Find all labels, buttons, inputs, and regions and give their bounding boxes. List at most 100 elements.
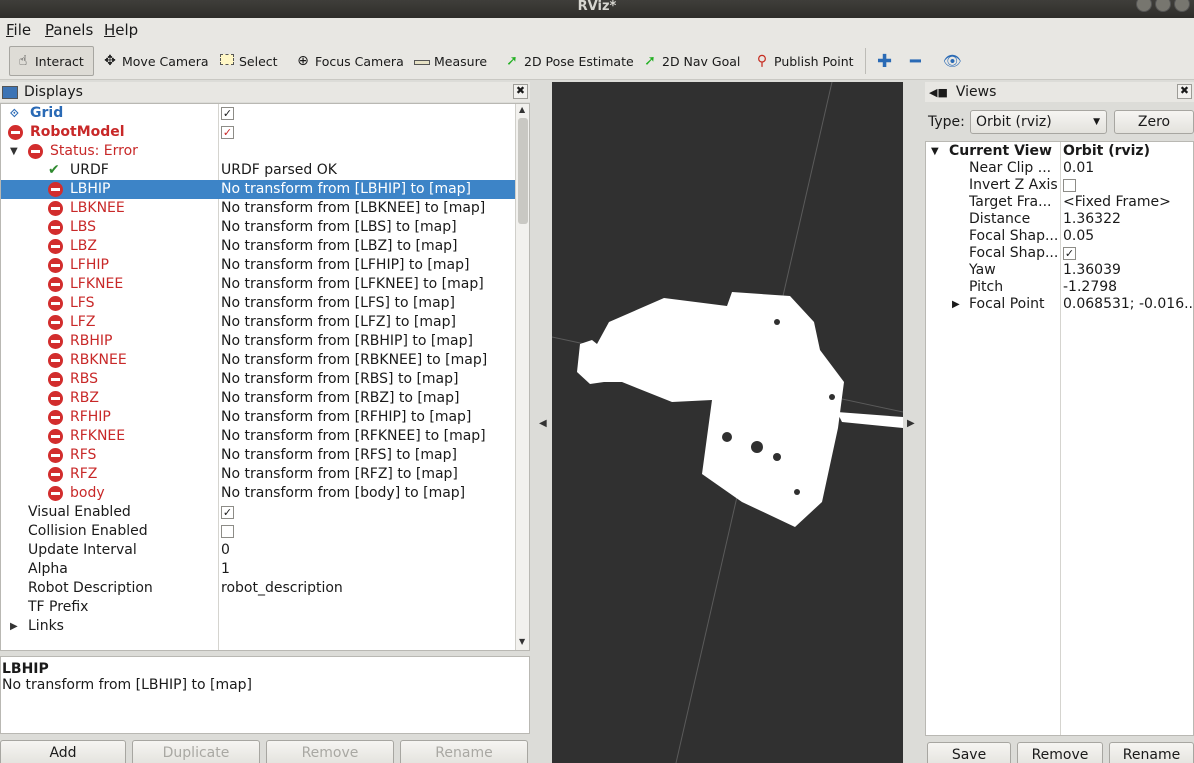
tool-2d-pose-estimate[interactable]: ➚ 2D Pose Estimate bbox=[499, 46, 638, 76]
tree-row-rbz[interactable]: RBZ No transform from [RBZ] to [map] bbox=[1, 389, 515, 408]
eye-icon[interactable]: 👁 bbox=[939, 46, 966, 76]
view-type-select[interactable]: Orbit (rviz) ▼ bbox=[970, 110, 1107, 134]
tree-row-robotmodel[interactable]: RobotModel ✓ bbox=[1, 123, 515, 142]
hand-pointer-icon: ☝ bbox=[18, 53, 28, 69]
rename-view-button[interactable]: Rename bbox=[1109, 742, 1194, 763]
view-prop-invert-z[interactable]: Invert Z Axis bbox=[926, 177, 1193, 194]
view-prop-distance[interactable]: Distance 1.36322 bbox=[926, 211, 1193, 228]
property-value[interactable]: 0 bbox=[221, 541, 230, 560]
tree-row-update-interval[interactable]: Update Interval 0 bbox=[1, 541, 515, 560]
displays-tree[interactable]: ⟐ Grid ✓ RobotModel ✓ ▼ Status: Error ✔ … bbox=[0, 103, 530, 651]
prop-value[interactable]: <Fixed Frame> bbox=[1063, 194, 1193, 211]
tree-row-collision-enabled[interactable]: Collision Enabled bbox=[1, 522, 515, 541]
expand-arrow-icon[interactable]: ▼ bbox=[10, 142, 18, 161]
tree-row-rfz[interactable]: RFZ No transform from [RFZ] to [map] bbox=[1, 465, 515, 484]
tree-row-rbs[interactable]: RBS No transform from [RBS] to [map] bbox=[1, 370, 515, 389]
tree-row-tf-prefix[interactable]: TF Prefix bbox=[1, 598, 515, 617]
view-prop-focal-shape-size[interactable]: Focal Shap... 0.05 bbox=[926, 228, 1193, 245]
expand-arrow-icon[interactable]: ▼ bbox=[931, 143, 939, 160]
view-prop-pitch[interactable]: Pitch -1.2798 bbox=[926, 279, 1193, 296]
tree-row-grid[interactable]: ⟐ Grid ✓ bbox=[1, 104, 515, 123]
view-prop-focal-shape-fixed[interactable]: Focal Shap... ✓ bbox=[926, 245, 1193, 262]
tree-row-robot-description[interactable]: Robot Description robot_description bbox=[1, 579, 515, 598]
prop-value[interactable]: -1.2798 bbox=[1063, 279, 1193, 296]
remove-view-button[interactable]: Remove bbox=[1017, 742, 1103, 763]
prop-value[interactable]: 1.36039 bbox=[1063, 262, 1193, 279]
prop-value[interactable]: 1.36322 bbox=[1063, 211, 1193, 228]
property-value[interactable]: robot_description bbox=[221, 579, 343, 598]
rename-display-button[interactable]: Rename bbox=[400, 740, 528, 763]
save-view-button[interactable]: Save bbox=[927, 742, 1011, 763]
prop-value[interactable]: 0.068531; -0.016... bbox=[1063, 296, 1193, 313]
link-label: LBHIP bbox=[70, 181, 111, 197]
tree-row-links[interactable]: ▶ Links bbox=[1, 617, 515, 636]
tree-row-lfz[interactable]: LFZ No transform from [LFZ] to [map] bbox=[1, 313, 515, 332]
tree-row-lbz[interactable]: LBZ No transform from [LBZ] to [map] bbox=[1, 237, 515, 256]
tool-focus-camera[interactable]: ⊕ Focus Camera bbox=[290, 46, 408, 76]
tree-row-rbknee[interactable]: RBKNEE No transform from [RBKNEE] to [ma… bbox=[1, 351, 515, 370]
zero-button[interactable]: Zero bbox=[1114, 110, 1194, 134]
link-label: RBHIP bbox=[70, 333, 113, 349]
menu-panels[interactable]: Panels bbox=[45, 21, 93, 39]
focal-shape-checkbox[interactable]: ✓ bbox=[1063, 247, 1076, 260]
tool-publish-point[interactable]: ⚲ Publish Point bbox=[749, 46, 858, 76]
tool-select[interactable]: Select bbox=[214, 46, 282, 76]
prop-value[interactable]: 0.05 bbox=[1063, 228, 1193, 245]
tree-row-lbhip[interactable]: LBHIP No transform from [LBHIP] to [map] bbox=[1, 180, 515, 199]
link-label: RFKNEE bbox=[70, 428, 126, 444]
expand-arrow-icon[interactable]: ▶ bbox=[10, 617, 18, 636]
tool-move-camera[interactable]: ✥ Move Camera bbox=[97, 46, 213, 76]
robotmodel-checkbox[interactable]: ✓ bbox=[221, 126, 234, 139]
invert-z-checkbox[interactable] bbox=[1063, 179, 1076, 192]
collapse-left-icon[interactable]: ◀ bbox=[539, 418, 547, 429]
scroll-down-icon[interactable]: ▼ bbox=[519, 637, 525, 646]
add-tool-icon[interactable]: ✚ bbox=[873, 46, 896, 76]
tool-measure[interactable]: Measure bbox=[409, 46, 491, 76]
menu-help[interactable]: Help bbox=[104, 21, 138, 39]
property-value[interactable]: 1 bbox=[221, 560, 230, 579]
scrollbar-thumb[interactable] bbox=[518, 118, 528, 224]
tool-2d-nav-goal[interactable]: ➚ 2D Nav Goal bbox=[637, 46, 744, 76]
visual-enabled-checkbox[interactable]: ✓ bbox=[221, 506, 234, 519]
tool-interact[interactable]: ☝ Interact bbox=[9, 46, 94, 76]
current-view-row[interactable]: ▼ Current View Orbit (rviz) bbox=[926, 143, 1193, 160]
view-prop-focal-point[interactable]: ▶ Focal Point 0.068531; -0.016... bbox=[926, 296, 1193, 313]
error-icon bbox=[48, 467, 63, 482]
remove-tool-icon[interactable]: ━ bbox=[906, 46, 925, 76]
tree-row-rbhip[interactable]: RBHIP No transform from [RBHIP] to [map] bbox=[1, 332, 515, 351]
tree-row-alpha[interactable]: Alpha 1 bbox=[1, 560, 515, 579]
tree-row-rfs[interactable]: RFS No transform from [RFS] to [map] bbox=[1, 446, 515, 465]
render-viewport[interactable] bbox=[552, 82, 903, 763]
tree-row-rfknee[interactable]: RFKNEE No transform from [RFKNEE] to [ma… bbox=[1, 427, 515, 446]
displays-title: Displays bbox=[24, 84, 83, 100]
tree-row-lfhip[interactable]: LFHIP No transform from [LFHIP] to [map] bbox=[1, 256, 515, 275]
robot-body-shape bbox=[580, 292, 844, 527]
expand-arrow-icon[interactable]: ▶ bbox=[952, 296, 960, 313]
tree-row-urdf[interactable]: ✔ URDF URDF parsed OK bbox=[1, 161, 515, 180]
grid-checkbox[interactable]: ✓ bbox=[221, 107, 234, 120]
view-prop-target-frame[interactable]: Target Fra... <Fixed Frame> bbox=[926, 194, 1193, 211]
add-display-button[interactable]: Add bbox=[0, 740, 126, 763]
property-label: Robot Description bbox=[28, 580, 153, 596]
view-prop-near-clip[interactable]: Near Clip ... 0.01 bbox=[926, 160, 1193, 177]
tree-row-status[interactable]: ▼ Status: Error bbox=[1, 142, 515, 161]
collapse-right-icon[interactable]: ▶ bbox=[907, 418, 915, 429]
tree-row-visual-enabled[interactable]: Visual Enabled ✓ bbox=[1, 503, 515, 522]
remove-display-button[interactable]: Remove bbox=[266, 740, 394, 763]
displays-scrollbar[interactable]: ▲ ▼ bbox=[515, 104, 529, 650]
menu-file[interactable]: File bbox=[6, 21, 31, 39]
view-prop-yaw[interactable]: Yaw 1.36039 bbox=[926, 262, 1193, 279]
tree-row-lbknee[interactable]: LBKNEE No transform from [LBKNEE] to [ma… bbox=[1, 199, 515, 218]
prop-value[interactable]: 0.01 bbox=[1063, 160, 1193, 177]
tree-row-rfhip[interactable]: RFHIP No transform from [RFHIP] to [map] bbox=[1, 408, 515, 427]
collision-enabled-checkbox[interactable] bbox=[221, 525, 234, 538]
tree-row-body[interactable]: body No transform from [body] to [map] bbox=[1, 484, 515, 503]
close-displays-icon[interactable]: ✖ bbox=[513, 84, 528, 99]
views-tree[interactable]: ▼ Current View Orbit (rviz) Near Clip ..… bbox=[925, 141, 1194, 736]
duplicate-display-button[interactable]: Duplicate bbox=[132, 740, 260, 763]
tree-row-lbs[interactable]: LBS No transform from [LBS] to [map] bbox=[1, 218, 515, 237]
tree-row-lfs[interactable]: LFS No transform from [LFS] to [map] bbox=[1, 294, 515, 313]
close-views-icon[interactable]: ✖ bbox=[1177, 84, 1192, 99]
scroll-up-icon[interactable]: ▲ bbox=[519, 105, 525, 114]
tree-row-lfknee[interactable]: LFKNEE No transform from [LFKNEE] to [ma… bbox=[1, 275, 515, 294]
